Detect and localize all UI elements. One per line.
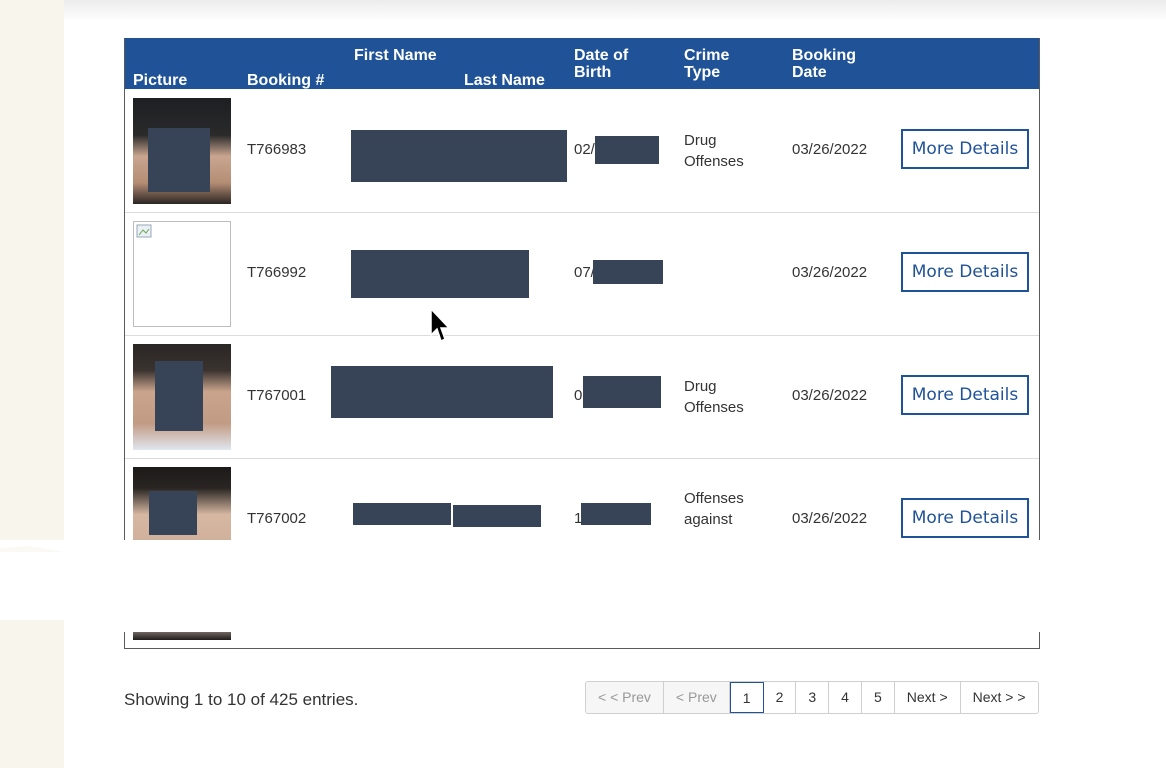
booking-number: T766983 [247, 141, 307, 158]
table-header: Picture Booking # First Name Last Name D… [125, 38, 1039, 89]
header-crime-type: Crime Type [684, 47, 730, 81]
more-details-button[interactable]: More Details [901, 498, 1029, 538]
redaction-dob [595, 136, 659, 164]
redaction-dob [593, 260, 663, 284]
next-page-button[interactable]: Next > [894, 682, 961, 713]
table-row: T766983 02/ Drug Offenses 03/26/2022 Mor… [125, 89, 1039, 213]
top-shadow [64, 0, 1166, 22]
mouse-cursor-icon [430, 308, 451, 343]
header-dob: Date of Birth [574, 47, 629, 81]
redaction-name [331, 366, 553, 418]
header-booking-date: Booking Date [792, 47, 856, 81]
more-details-button[interactable]: More Details [901, 252, 1029, 292]
mugshot-photo[interactable] [133, 344, 231, 450]
crime-type-line1: Drug [684, 378, 717, 395]
redaction-name [351, 250, 529, 298]
redaction-dob [583, 376, 661, 408]
entries-summary: Showing 1 to 10 of 425 entries. [124, 690, 359, 709]
crime-type: Drug Offenses [684, 130, 744, 172]
booking-number: T767002 [247, 510, 307, 527]
table-row: T766992 07/ 03/26/2022 More Details [125, 212, 1039, 336]
redaction-box [148, 128, 210, 192]
booking-date: 03/26/2022 [792, 387, 868, 404]
redaction-dob [581, 503, 651, 525]
header-picture: Picture [133, 72, 188, 89]
redaction-box [149, 491, 197, 535]
crime-type-line2: Offenses [684, 399, 744, 416]
redaction-box [155, 361, 203, 431]
page-3-button[interactable]: 3 [796, 682, 830, 713]
redaction-last-name [453, 505, 541, 527]
booking-date: 03/26/2022 [792, 141, 868, 158]
crime-type-line2: Offenses [684, 153, 744, 170]
first-page-button[interactable]: < < Prev [586, 682, 664, 713]
page-1-button[interactable]: 1 [729, 682, 764, 713]
table-row: T767001 0 Drug Offenses 03/26/2022 More … [125, 335, 1039, 459]
crime-type-line1: Offenses [684, 490, 744, 507]
dob-value: 07/ [574, 264, 595, 281]
crime-type-line2: against [684, 511, 733, 528]
left-background-strip-lower [0, 620, 64, 768]
header-booking: Booking # [247, 72, 325, 89]
redaction-first-name [353, 503, 451, 525]
mugshot-photo[interactable] [133, 98, 231, 204]
page-2-button[interactable]: 2 [763, 682, 797, 713]
header-last-name: Last Name [464, 72, 545, 89]
header-first-name: First Name [354, 47, 437, 64]
pagination: < < Prev < Prev 1 2 3 4 5 Next > Next > … [585, 681, 1039, 714]
booking-date: 03/26/2022 [792, 264, 868, 281]
booking-number: T766992 [247, 264, 307, 281]
page-5-button[interactable]: 5 [861, 682, 895, 713]
broken-image-icon[interactable] [133, 221, 231, 327]
booking-number: T767001 [247, 387, 307, 404]
more-details-button[interactable]: More Details [901, 129, 1029, 169]
dob-value: 02/ [574, 141, 595, 158]
crime-type: Drug Offenses [684, 376, 744, 418]
last-page-button[interactable]: Next > > [960, 682, 1038, 713]
more-details-button[interactable]: More Details [901, 375, 1029, 415]
dob-value: 0 [574, 387, 583, 404]
page-4-button[interactable]: 4 [829, 682, 862, 713]
crime-type: Offenses against [684, 488, 744, 530]
torn-paper-overlay [0, 540, 1166, 632]
booking-date: 03/26/2022 [792, 510, 868, 527]
prev-page-button[interactable]: < Prev [663, 682, 730, 713]
crime-type-line1: Drug [684, 132, 717, 149]
redaction-name [351, 130, 567, 182]
broken-image-glyph [136, 224, 152, 238]
